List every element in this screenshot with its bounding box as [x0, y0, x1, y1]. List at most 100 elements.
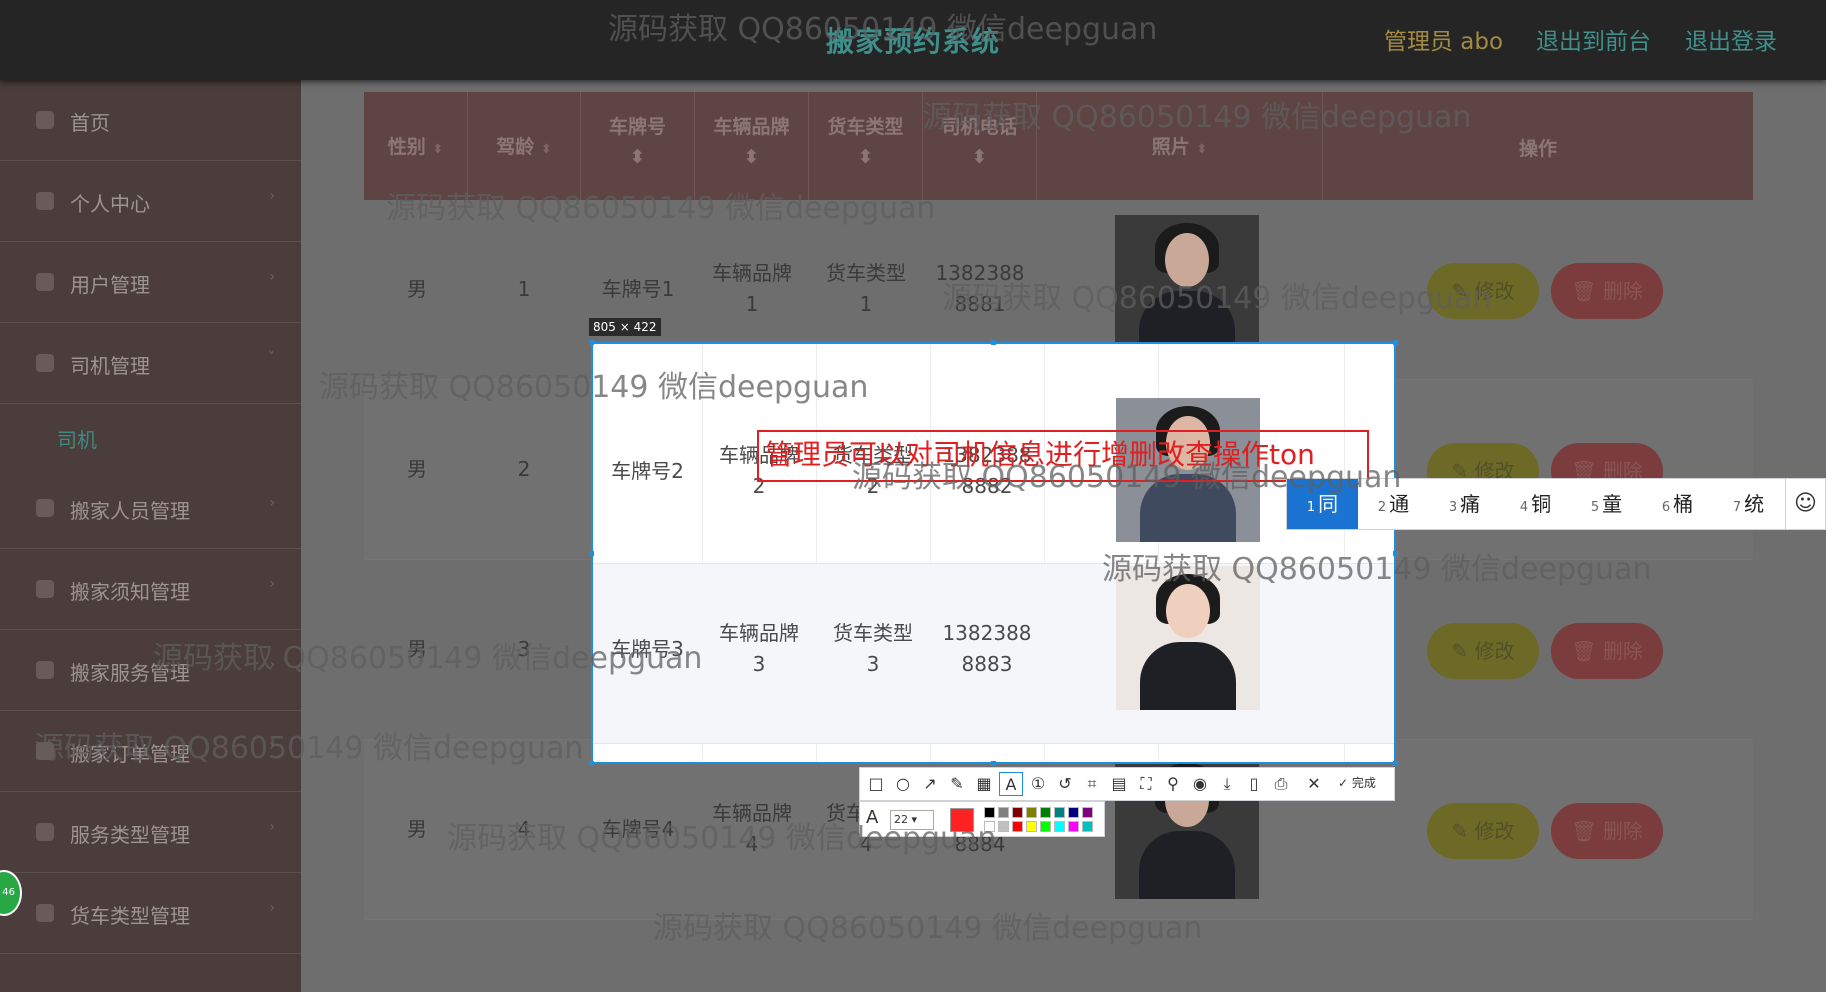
done-button[interactable]: ✓ 完成	[1338, 774, 1376, 791]
color-swatch[interactable]	[1012, 821, 1023, 832]
sidebar: 首页 个人中心 › 用户管理 › 司机管理 ˅ 司机 搬家人员管理 › 搬家须知…	[0, 80, 301, 992]
ime-candidate[interactable]: 6桶	[1642, 479, 1713, 529]
record-icon[interactable]: ◉	[1188, 772, 1212, 796]
color-swatch[interactable]	[1054, 821, 1065, 832]
sidebar-item-driver-management[interactable]: 司机管理 ˅	[0, 323, 301, 404]
ime-candidate[interactable]: 2通	[1358, 479, 1429, 529]
color-swatch[interactable]	[1082, 821, 1093, 832]
color-swatch[interactable]	[998, 821, 1009, 832]
ime-candidate[interactable]: 3痛	[1429, 479, 1500, 529]
column-header-gender[interactable]: 性别 ⬍	[364, 92, 468, 200]
delete-button[interactable]: 🗑 删除	[1551, 623, 1663, 679]
cell-plate: 车牌号3	[611, 637, 684, 661]
close-icon[interactable]: ✕	[1302, 772, 1326, 796]
color-swatch[interactable]	[1026, 807, 1037, 818]
cell-brand: 车辆品牌 3	[702, 618, 816, 680]
resize-handle[interactable]	[589, 551, 594, 556]
resize-handle[interactable]	[1393, 551, 1398, 556]
resize-handle[interactable]	[1393, 340, 1398, 345]
delete-button[interactable]: 🗑 删除	[1551, 263, 1663, 319]
delete-button-label: 删除	[1602, 639, 1643, 663]
color-swatch[interactable]	[984, 821, 995, 832]
cell-gender: 男	[407, 637, 427, 661]
download-icon[interactable]: ⤓	[1215, 772, 1239, 796]
sidebar-item-service-management[interactable]: 搬家服务管理 ›	[0, 630, 301, 711]
resize-handle[interactable]	[589, 340, 594, 345]
truck-icon	[36, 904, 54, 922]
column-header-plate[interactable]: 车牌号 ⬍	[581, 92, 695, 200]
mosaic-tool-icon[interactable]: ▦	[972, 772, 996, 796]
sidebar-item-personal-center[interactable]: 个人中心 ›	[0, 161, 301, 242]
sidebar-item-user-management[interactable]: 用户管理 ›	[0, 242, 301, 323]
column-header-brand[interactable]: 车辆品牌 ⬍	[695, 92, 809, 200]
crop-icon[interactable]: ⌗	[1080, 772, 1104, 796]
pen-tool-icon[interactable]: ✎	[945, 772, 969, 796]
sidebar-item-truck-type-management[interactable]: 货车类型管理 ›	[0, 873, 301, 954]
sidebar-item-home[interactable]: 首页	[0, 80, 301, 161]
color-swatch[interactable]	[1012, 807, 1023, 818]
sidebar-item-notice-management[interactable]: 搬家须知管理 ›	[0, 549, 301, 630]
worker-icon	[36, 499, 54, 517]
color-swatch[interactable]	[1054, 807, 1065, 818]
exit-to-front-link[interactable]: 退出到前台	[1536, 22, 1651, 56]
column-header-label: 司机电话	[941, 116, 1018, 138]
ime-candidate[interactable]: 4铜	[1500, 479, 1571, 529]
cell-truck-type: 货车类型 3	[816, 618, 930, 680]
resize-handle[interactable]	[1393, 761, 1398, 766]
ime-candidate[interactable]: 1同	[1287, 479, 1358, 529]
sort-icon: ⬍	[1196, 142, 1208, 157]
sort-icon: ⬍	[629, 146, 646, 168]
column-header-truck-type[interactable]: 货车类型 ⬍	[809, 92, 923, 200]
chevron-down-icon: ˅	[268, 350, 275, 366]
pin-icon[interactable]: ⚲	[1161, 772, 1185, 796]
color-swatch[interactable]	[998, 807, 1009, 818]
resize-handle[interactable]	[991, 340, 996, 345]
font-size-select[interactable]: 22 ▾	[890, 810, 934, 830]
ocr-icon[interactable]: ▤	[1107, 772, 1131, 796]
ime-candidate[interactable]: 5童	[1571, 479, 1642, 529]
sidebar-item-label: 搬家订单管理	[70, 742, 190, 766]
save-icon[interactable]: ⎙	[1269, 772, 1293, 796]
emoji-icon[interactable]: ☺	[1785, 479, 1825, 529]
color-swatch[interactable]	[1026, 821, 1037, 832]
color-swatch[interactable]	[1082, 807, 1093, 818]
text-annotation[interactable]: 管理员可以对司机信息进行增删改查操作ton	[757, 430, 1369, 482]
undo-icon[interactable]: ↺	[1053, 772, 1077, 796]
column-header-photo[interactable]: 照片 ⬍	[1037, 92, 1323, 200]
sidebar-item-order-management[interactable]: 搬家订单管理 ›	[0, 711, 301, 792]
user-icon	[36, 192, 54, 210]
sidebar-item-mover-management[interactable]: 搬家人员管理 ›	[0, 468, 301, 549]
chevron-right-icon: ›	[269, 900, 275, 916]
color-swatch[interactable]	[1040, 821, 1051, 832]
cell-driving-age: 1	[517, 277, 531, 301]
scan-icon[interactable]: ⛶	[1134, 772, 1158, 796]
current-color-swatch[interactable]	[950, 808, 974, 832]
edit-button[interactable]: ✎ 修改	[1427, 623, 1539, 679]
cell-driving-age: 2	[517, 457, 531, 481]
capture-selection[interactable]: 车牌号2 车辆品牌 2 货车类型 2 1382388 8882 车牌号3 车辆品牌 3 …	[591, 342, 1396, 764]
color-swatch[interactable]	[984, 807, 995, 818]
cell-driving-age: 4	[517, 817, 531, 841]
rectangle-tool-icon[interactable]: □	[864, 772, 888, 796]
sidebar-item-service-type-management[interactable]: 服务类型管理 ›	[0, 792, 301, 873]
logout-link[interactable]: 退出登录	[1685, 22, 1777, 56]
done-button-label: 完成	[1351, 776, 1376, 790]
color-swatch[interactable]	[1068, 807, 1079, 818]
edit-button[interactable]: ✎ 修改	[1427, 803, 1539, 859]
edit-button[interactable]: ✎ 修改	[1427, 263, 1539, 319]
text-tool-icon[interactable]: A	[999, 772, 1023, 796]
resize-handle[interactable]	[991, 761, 996, 766]
phone-icon[interactable]: ▯	[1242, 772, 1266, 796]
sidebar-subitem-driver[interactable]: 司机	[0, 404, 301, 468]
number-tool-icon[interactable]: ①	[1026, 772, 1050, 796]
column-header-phone[interactable]: 司机电话 ⬍	[923, 92, 1037, 200]
sidebar-item-label: 个人中心	[70, 192, 150, 216]
arrow-tool-icon[interactable]: ↗	[918, 772, 942, 796]
resize-handle[interactable]	[589, 761, 594, 766]
column-header-driving-age[interactable]: 驾龄 ⬍	[468, 92, 581, 200]
color-swatch[interactable]	[1040, 807, 1051, 818]
ime-candidate[interactable]: 7统	[1713, 479, 1784, 529]
ellipse-tool-icon[interactable]: ○	[891, 772, 915, 796]
color-swatch[interactable]	[1068, 821, 1079, 832]
delete-button[interactable]: 🗑 删除	[1551, 803, 1663, 859]
